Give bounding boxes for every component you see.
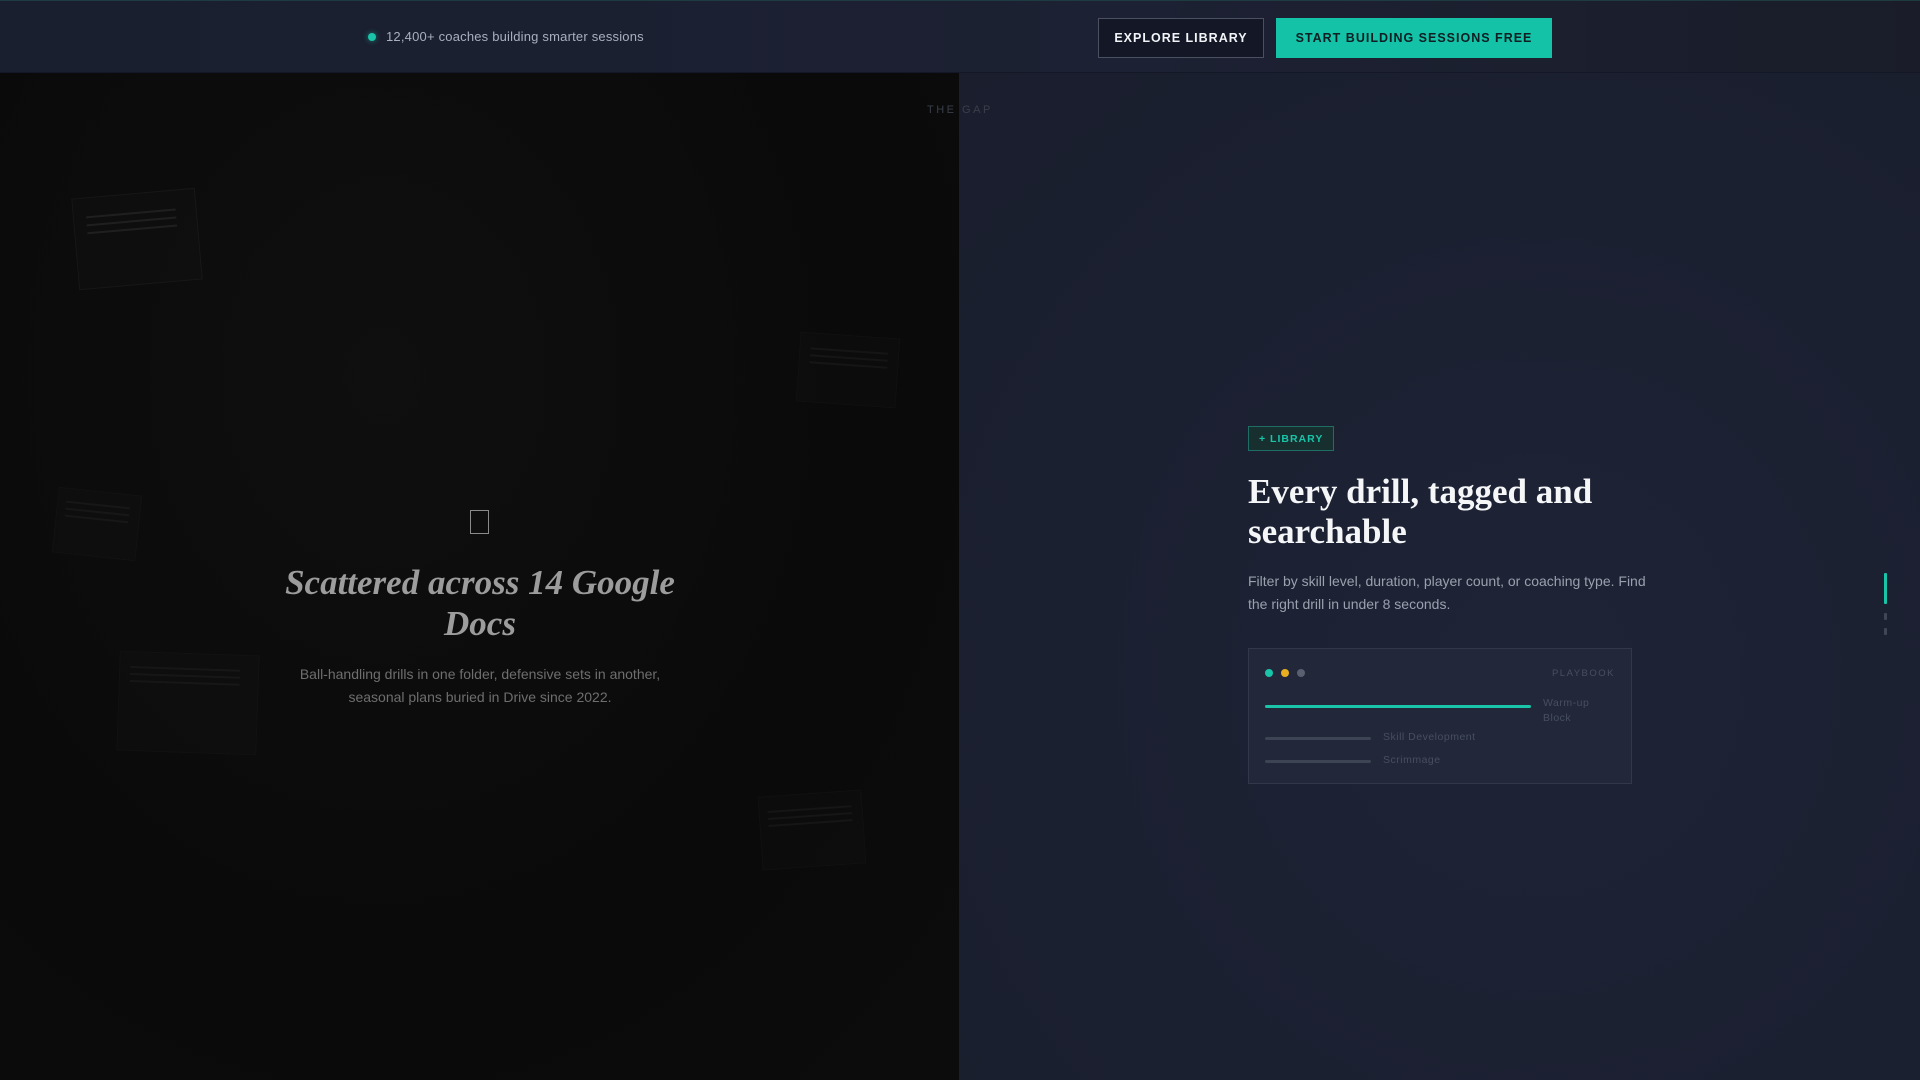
ghost-line [767, 805, 852, 814]
library-badge: + LIBRARY [1248, 426, 1335, 451]
ghost-line [768, 812, 852, 821]
window-dot-yellow-icon [1281, 669, 1289, 677]
right-description: Filter by skill level, duration, player … [1248, 573, 1646, 612]
ghost-line [87, 224, 178, 235]
section-indicator-active[interactable] [1884, 573, 1887, 604]
ghost-doc-icon [796, 332, 901, 409]
ghost-line [130, 665, 241, 672]
track-label-scrimmage: Scrimmage [1383, 754, 1441, 766]
live-dot-icon [368, 32, 376, 41]
ghost-doc-icon [116, 651, 259, 756]
ghost-doc-icon [758, 789, 867, 870]
document-outline-icon [470, 510, 489, 534]
card-label: PLAYBOOK [1551, 668, 1615, 679]
ghost-doc-icon [71, 187, 203, 291]
section-indicator[interactable] [1884, 613, 1887, 620]
section-label: THE GAP [927, 104, 993, 116]
social-proof: 12,400+ coaches building smarter session… [368, 29, 644, 44]
track-label-skill: Skill Development [1383, 731, 1476, 743]
ghost-line [129, 672, 240, 679]
track-bar-warmup [1265, 705, 1531, 708]
window-dot-teal-icon [1265, 669, 1273, 677]
left-description: Ball-handling drills in one folder, defe… [299, 666, 661, 705]
playbook-preview-card: PLAYBOOK Warm-up Block Skill Development… [1248, 648, 1632, 784]
ghost-doc-icon [52, 487, 142, 561]
window-dot-grey-icon [1297, 669, 1305, 677]
ghost-line [64, 514, 129, 524]
ghost-line [809, 354, 888, 362]
track-bar-scrimmage [1265, 760, 1371, 763]
ghost-line [768, 819, 853, 828]
track-bar-skill [1265, 737, 1371, 740]
ghost-line [809, 361, 888, 369]
start-building-button[interactable]: START BUILDING SESSIONS FREE [1276, 18, 1552, 58]
left-title: Scattered across 14 Google Docs [285, 563, 675, 643]
track-label-warmup: Warm-up Block [1543, 697, 1590, 724]
ghost-line [129, 679, 240, 686]
social-proof-text: 12,400+ coaches building smarter session… [386, 29, 644, 44]
section-indicator[interactable] [1884, 628, 1887, 635]
top-bar: 12,400+ coaches building smarter session… [0, 0, 1920, 73]
explore-library-button[interactable]: EXPLORE LIBRARY [1098, 18, 1264, 58]
page: 12,400+ coaches building smarter session… [0, 0, 1920, 1080]
right-title: Every drill, tagged and searchable [1248, 472, 1593, 551]
ghost-line [810, 347, 889, 355]
